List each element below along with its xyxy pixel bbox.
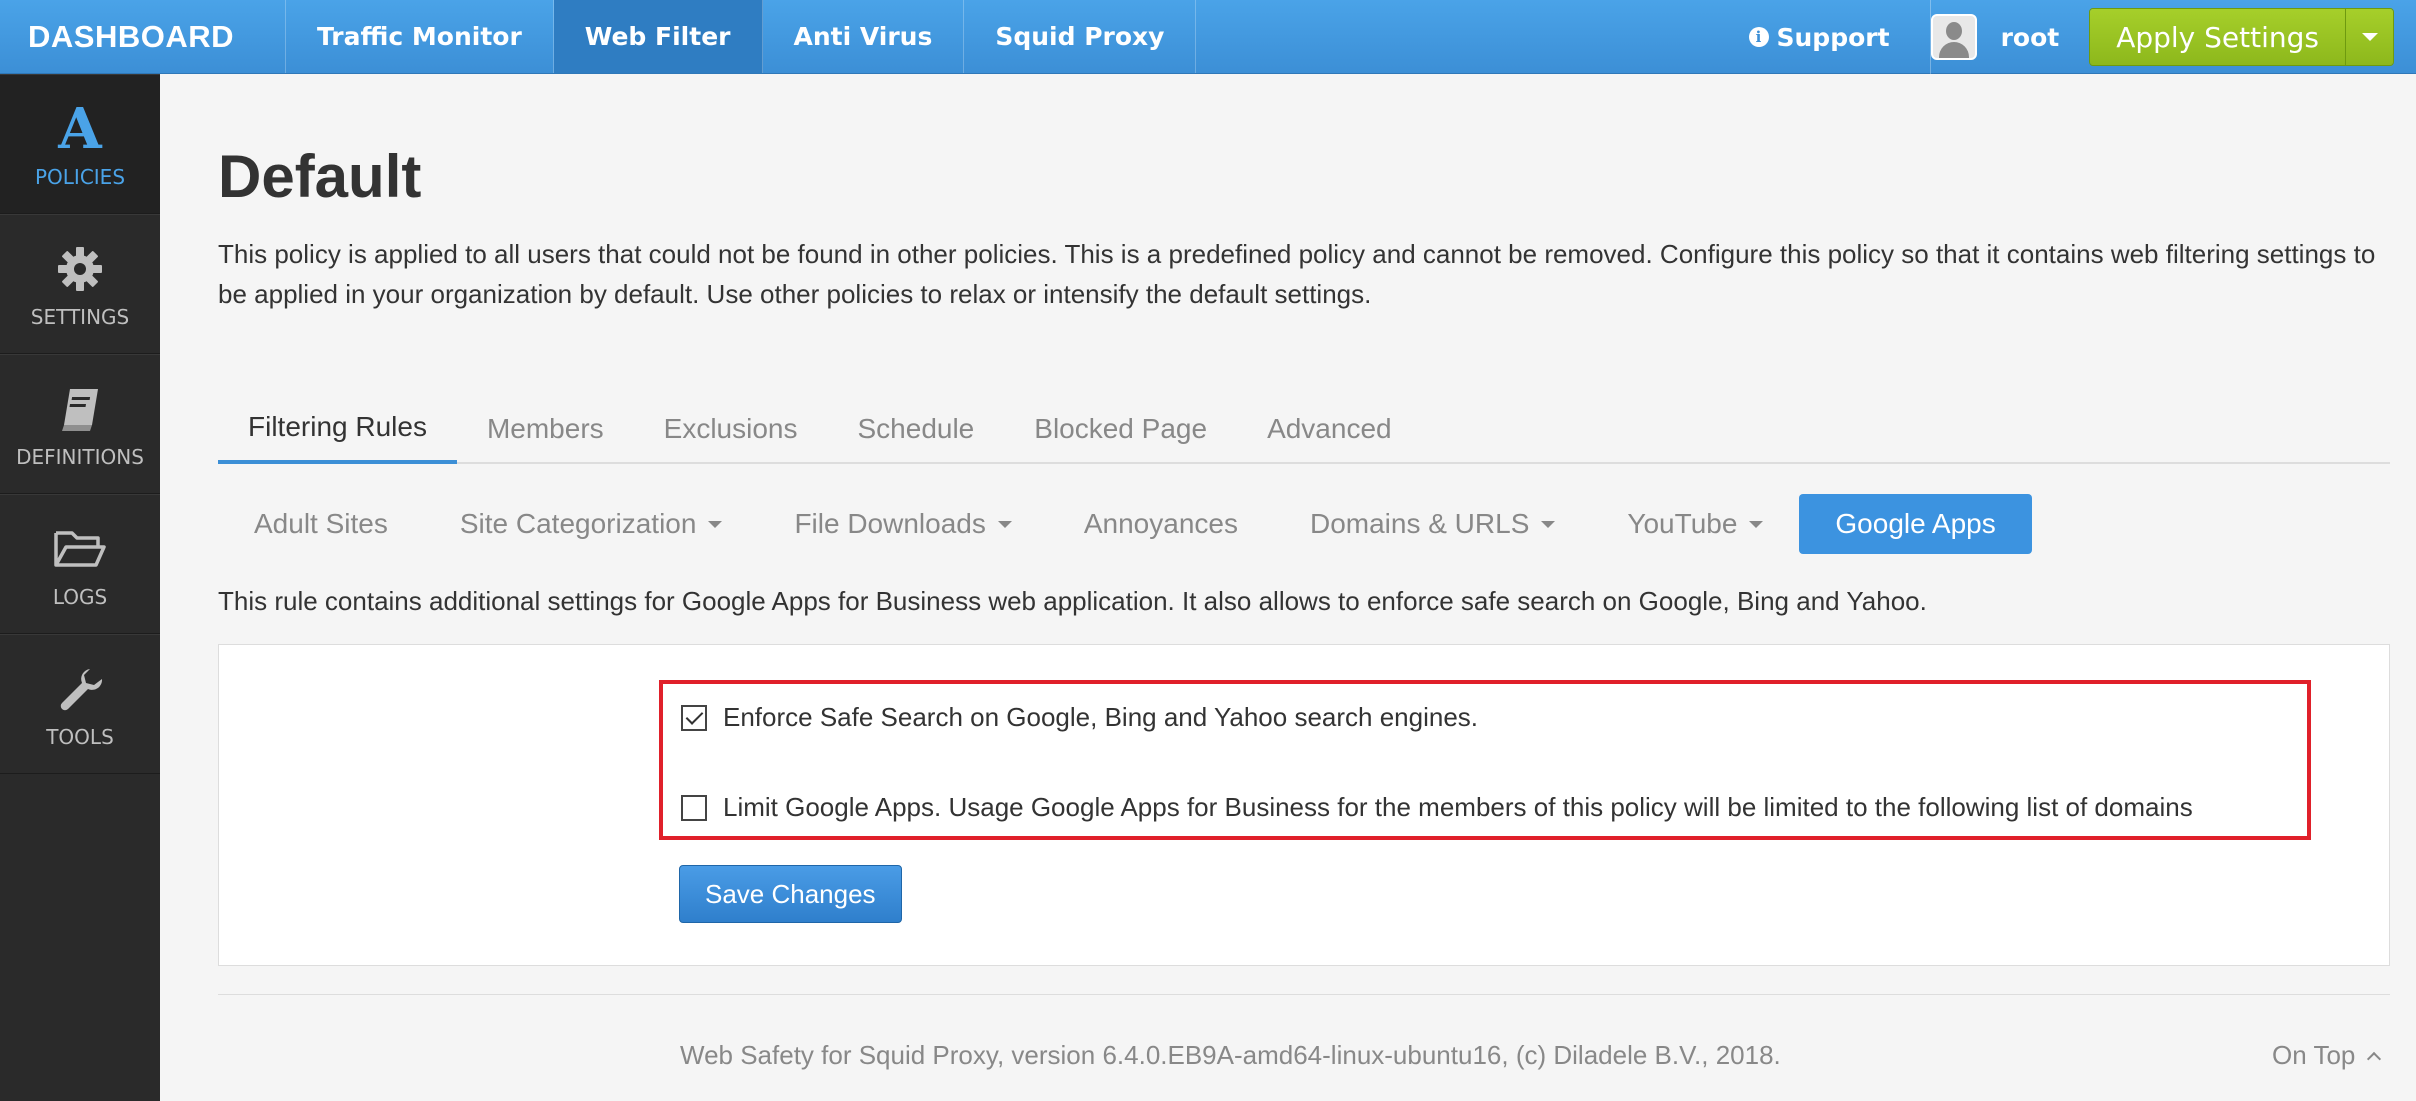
apply-settings-group: Apply Settings <box>2089 8 2394 66</box>
nav-traffic-monitor[interactable]: Traffic Monitor <box>286 0 554 73</box>
sidebar-item-label: SETTINGS <box>30 305 130 329</box>
gear-icon <box>56 239 104 299</box>
sidebar-item-policies[interactable]: A POLICIES <box>0 74 160 214</box>
footer-divider <box>218 994 2390 995</box>
top-navbar: DASHBOARD Traffic Monitor Web Filter Ant… <box>0 0 2416 74</box>
nav-anti-virus[interactable]: Anti Virus <box>763 0 965 73</box>
sidebar-item-logs[interactable]: LOGS <box>0 494 160 634</box>
limit-google-apps-checkbox[interactable] <box>681 794 707 821</box>
tab-schedule[interactable]: Schedule <box>828 394 1005 464</box>
user-menu[interactable]: root <box>1930 14 2090 60</box>
sidebar-item-label: DEFINITIONS <box>16 445 144 469</box>
chevron-down-icon <box>997 520 1012 528</box>
subtab-annoyances[interactable]: Annoyances <box>1048 494 1274 554</box>
nav-squid-proxy[interactable]: Squid Proxy <box>964 0 1197 73</box>
chevron-down-icon <box>1541 520 1556 528</box>
folder-icon <box>52 519 108 579</box>
apply-settings-button[interactable]: Apply Settings <box>2090 9 2345 65</box>
limit-google-apps-label: Limit Google Apps. Usage Google Apps for… <box>723 792 2193 822</box>
rule-description: This rule contains additional settings f… <box>218 586 1927 616</box>
sidebar-item-settings[interactable]: SETTINGS <box>0 214 160 354</box>
page-description: This policy is applied to all users that… <box>218 239 2376 309</box>
tab-exclusions[interactable]: Exclusions <box>634 394 828 464</box>
subtab-file-downloads[interactable]: File Downloads <box>758 494 1047 554</box>
sidebar-item-definitions[interactable]: DEFINITIONS <box>0 354 160 494</box>
page-title: Default <box>218 143 422 210</box>
nav-web-filter[interactable]: Web Filter <box>553 0 763 73</box>
sidebar-item-label: TOOLS <box>46 725 114 749</box>
sidebar-item-label: LOGS <box>52 585 108 609</box>
enforce-safe-search-checkbox[interactable] <box>681 704 707 731</box>
info-icon: i <box>1748 27 1769 47</box>
enforce-safe-search-option[interactable]: Enforce Safe Search on Google, Bing and … <box>681 702 1478 733</box>
subtab-google-apps[interactable]: Google Apps <box>1799 494 2032 554</box>
tab-advanced[interactable]: Advanced <box>1237 394 1422 464</box>
tab-blocked-page[interactable]: Blocked Page <box>1004 394 1237 464</box>
policy-tabs: Filtering Rules Members Exclusions Sched… <box>218 394 2390 464</box>
on-top-link[interactable]: On Top <box>2272 1040 2382 1071</box>
chevron-down-icon <box>1749 520 1764 528</box>
sidebar-item-tools[interactable]: TOOLS <box>0 634 160 774</box>
book-icon <box>56 379 104 439</box>
settings-panel: Enforce Safe Search on Google, Bing and … <box>218 644 2390 966</box>
limit-google-apps-option[interactable]: Limit Google Apps. Usage Google Apps for… <box>681 792 2193 823</box>
subtab-youtube[interactable]: YouTube <box>1591 494 1799 554</box>
apply-settings-dropdown[interactable] <box>2345 9 2393 65</box>
subtab-site-categorization[interactable]: Site Categorization <box>424 494 759 554</box>
tab-members[interactable]: Members <box>457 394 634 464</box>
brand-logo[interactable]: DASHBOARD <box>0 0 286 73</box>
sidebar-item-label: POLICIES <box>34 165 126 189</box>
policies-icon: A <box>58 96 102 162</box>
tab-filtering-rules[interactable]: Filtering Rules <box>218 394 457 464</box>
enforce-safe-search-label: Enforce Safe Search on Google, Bing and … <box>723 702 1479 732</box>
wrench-icon <box>56 659 104 719</box>
subtab-adult-sites[interactable]: Adult Sites <box>218 494 424 554</box>
save-changes-button[interactable]: Save Changes <box>679 865 902 923</box>
support-link[interactable]: i Support <box>1748 22 1890 52</box>
chevron-down-icon <box>2361 33 2378 41</box>
subtab-domains-urls[interactable]: Domains & URLS <box>1274 494 1591 554</box>
chevron-up-icon <box>2367 1051 2382 1066</box>
sidebar: A POLICIES SETTINGS DEFINITIONS LOGS TOO… <box>0 74 160 1101</box>
avatar <box>1930 14 1977 60</box>
username: root <box>2000 22 2060 52</box>
rule-subtabs: Adult Sites Site Categorization File Dow… <box>218 494 2032 554</box>
main-content: Default This policy is applied to all us… <box>160 74 2416 1101</box>
highlight-box: Enforce Safe Search on Google, Bing and … <box>659 680 2311 840</box>
chevron-down-icon <box>708 520 723 528</box>
support-label: Support <box>1776 22 1890 52</box>
footer-version: Web Safety for Squid Proxy, version 6.4.… <box>680 1040 1781 1070</box>
